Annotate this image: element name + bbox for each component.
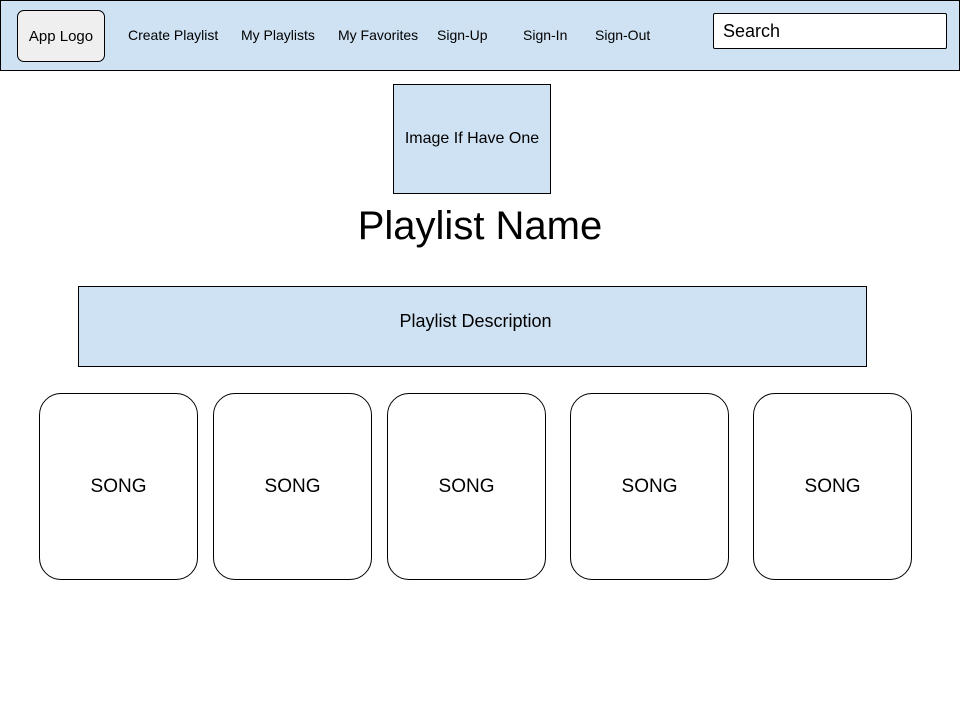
nav-link-create-playlist[interactable]: Create Playlist	[128, 27, 218, 44]
search-input[interactable]	[713, 13, 947, 49]
song-card-label: SONG	[438, 476, 495, 497]
app-logo[interactable]: App Logo	[17, 10, 105, 62]
song-card[interactable]: SONG	[39, 393, 198, 580]
song-card-label: SONG	[621, 476, 678, 497]
playlist-description-text: Playlist Description	[399, 311, 552, 331]
song-card[interactable]: SONG	[387, 393, 546, 580]
nav-link-my-favorites[interactable]: My Favorites	[338, 27, 418, 44]
playlist-image-placeholder: Image If Have One	[393, 84, 551, 194]
top-nav-bar: App Logo Create Playlist My Playlists My…	[0, 0, 960, 71]
playlist-description-box: Playlist Description	[78, 286, 867, 367]
song-card[interactable]: SONG	[753, 393, 912, 580]
playlist-image-label: Image If Have One	[404, 130, 540, 147]
nav-link-sign-up[interactable]: Sign-Up	[437, 27, 488, 44]
nav-link-sign-in[interactable]: Sign-In	[523, 27, 567, 44]
nav-link-my-playlists[interactable]: My Playlists	[241, 27, 315, 44]
song-card-label: SONG	[264, 476, 321, 497]
nav-link-sign-out[interactable]: Sign-Out	[595, 27, 650, 44]
song-card[interactable]: SONG	[570, 393, 729, 580]
song-card-label: SONG	[804, 476, 861, 497]
app-logo-label: App Logo	[28, 27, 94, 45]
playlist-title: Playlist Name	[357, 204, 603, 248]
song-card[interactable]: SONG	[213, 393, 372, 580]
song-card-label: SONG	[90, 476, 147, 497]
